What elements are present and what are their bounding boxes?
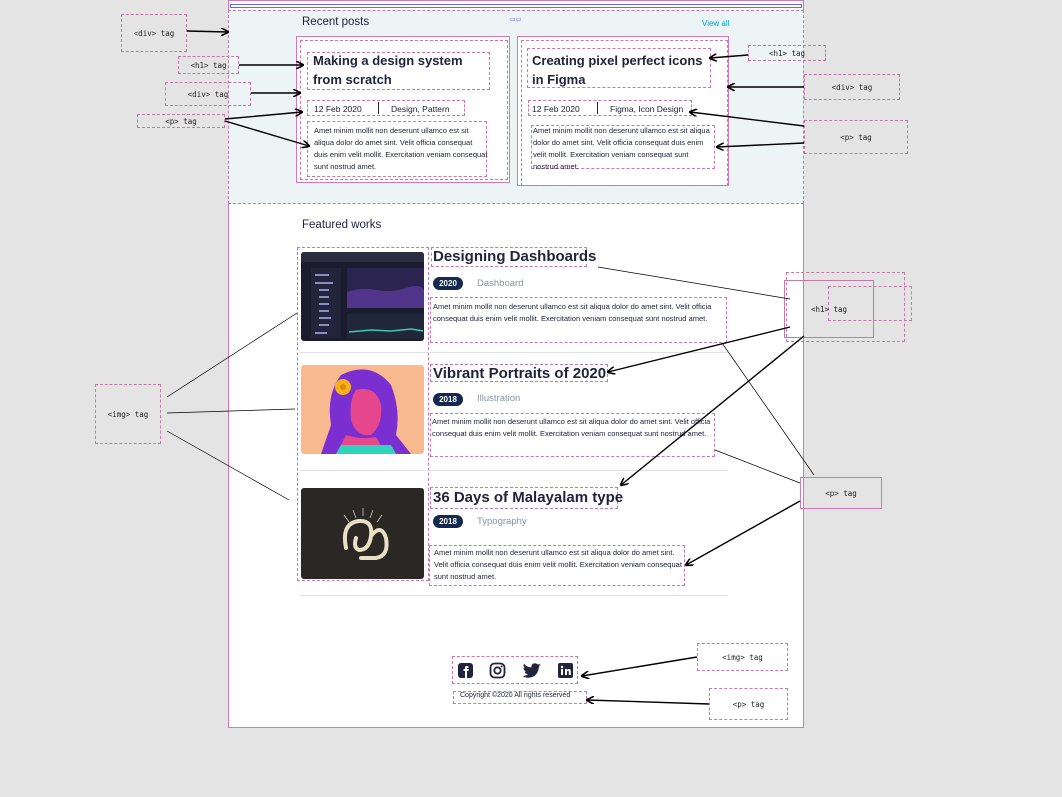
post-excerpt: Amet minim mollit non deserunt ullamco e…: [314, 126, 488, 171]
facebook-icon[interactable]: [457, 662, 474, 679]
annotation-div-tag: <div> tag: [804, 74, 900, 100]
post-title[interactable]: Making a design system from scratch: [313, 51, 493, 89]
work-excerpt: Amet minim mollit non deserunt ullamco e…: [432, 417, 711, 438]
header-marker: ▭▭: [510, 17, 522, 23]
annotation-p-tag: <p> tag: [137, 114, 225, 128]
annotation-div-tag: <div> tag: [121, 14, 187, 52]
typography-thumbnail[interactable]: [301, 488, 424, 579]
featured-works-heading: Featured works: [302, 219, 382, 231]
work-category: Illustration: [477, 393, 521, 404]
annotation-div-tag: <div> tag: [165, 82, 251, 106]
annotation-p-tag: <p> tag: [800, 477, 882, 509]
portrait-illustration: [321, 369, 411, 454]
annotation-h1-tag: <h1> tag: [784, 280, 874, 338]
instagram-icon[interactable]: [489, 662, 506, 679]
annotation-h1-tag: <h1> tag: [178, 56, 239, 74]
row-divider: [300, 352, 728, 353]
annotation-img-tag: <img> tag: [697, 643, 788, 671]
annotation-h1-tag: <h1> tag: [748, 45, 826, 61]
work-category: Typography: [477, 516, 527, 527]
view-all-link[interactable]: View all: [702, 19, 729, 28]
linkedin-icon[interactable]: [557, 662, 574, 679]
post-date: 12 Feb 2020: [314, 104, 362, 114]
annotation-p-tag: <p> tag: [709, 688, 788, 720]
dashboard-illustration: [301, 252, 424, 339]
copyright-text: Copyright ©2020 All rights reserved: [460, 692, 571, 699]
post-excerpt: Amet minim mollit non deserunt ullamco e…: [533, 126, 710, 171]
twitter-icon[interactable]: [522, 662, 542, 679]
recent-posts-heading: Recent posts: [302, 16, 370, 28]
post-tags: Figma, Icon Design: [610, 104, 684, 114]
year-badge: 2020: [433, 277, 463, 290]
work-excerpt: Amet minim mollit non deserunt ullamco e…: [433, 302, 712, 323]
post-date: 12 Feb 2020: [532, 104, 580, 114]
work-title[interactable]: Vibrant Portraits of 2020: [433, 365, 606, 382]
annotation-p-tag: <p> tag: [804, 120, 908, 154]
meta-divider: [597, 102, 598, 114]
work-excerpt: Amet minim mollit non deserunt ullamco e…: [434, 548, 682, 581]
annotation-img-tag: <img> tag: [95, 384, 161, 444]
typography-illustration: [342, 508, 389, 560]
year-badge: 2018: [433, 515, 463, 528]
work-category: Dashboard: [477, 278, 524, 289]
year-badge: 2018: [433, 393, 463, 406]
work-title[interactable]: 36 Days of Malayalam type: [433, 489, 623, 506]
header-outline: [230, 4, 802, 8]
work-title[interactable]: Designing Dashboards: [433, 248, 596, 265]
row-divider: [300, 470, 728, 471]
portrait-thumbnail[interactable]: [301, 365, 424, 454]
post-title[interactable]: Creating pixel perfect icons in Figma: [532, 51, 717, 89]
row-divider: [300, 595, 728, 596]
post-tags: Design, Pattern: [391, 104, 450, 114]
dashboard-thumbnail[interactable]: [301, 252, 424, 341]
meta-divider: [378, 102, 379, 114]
